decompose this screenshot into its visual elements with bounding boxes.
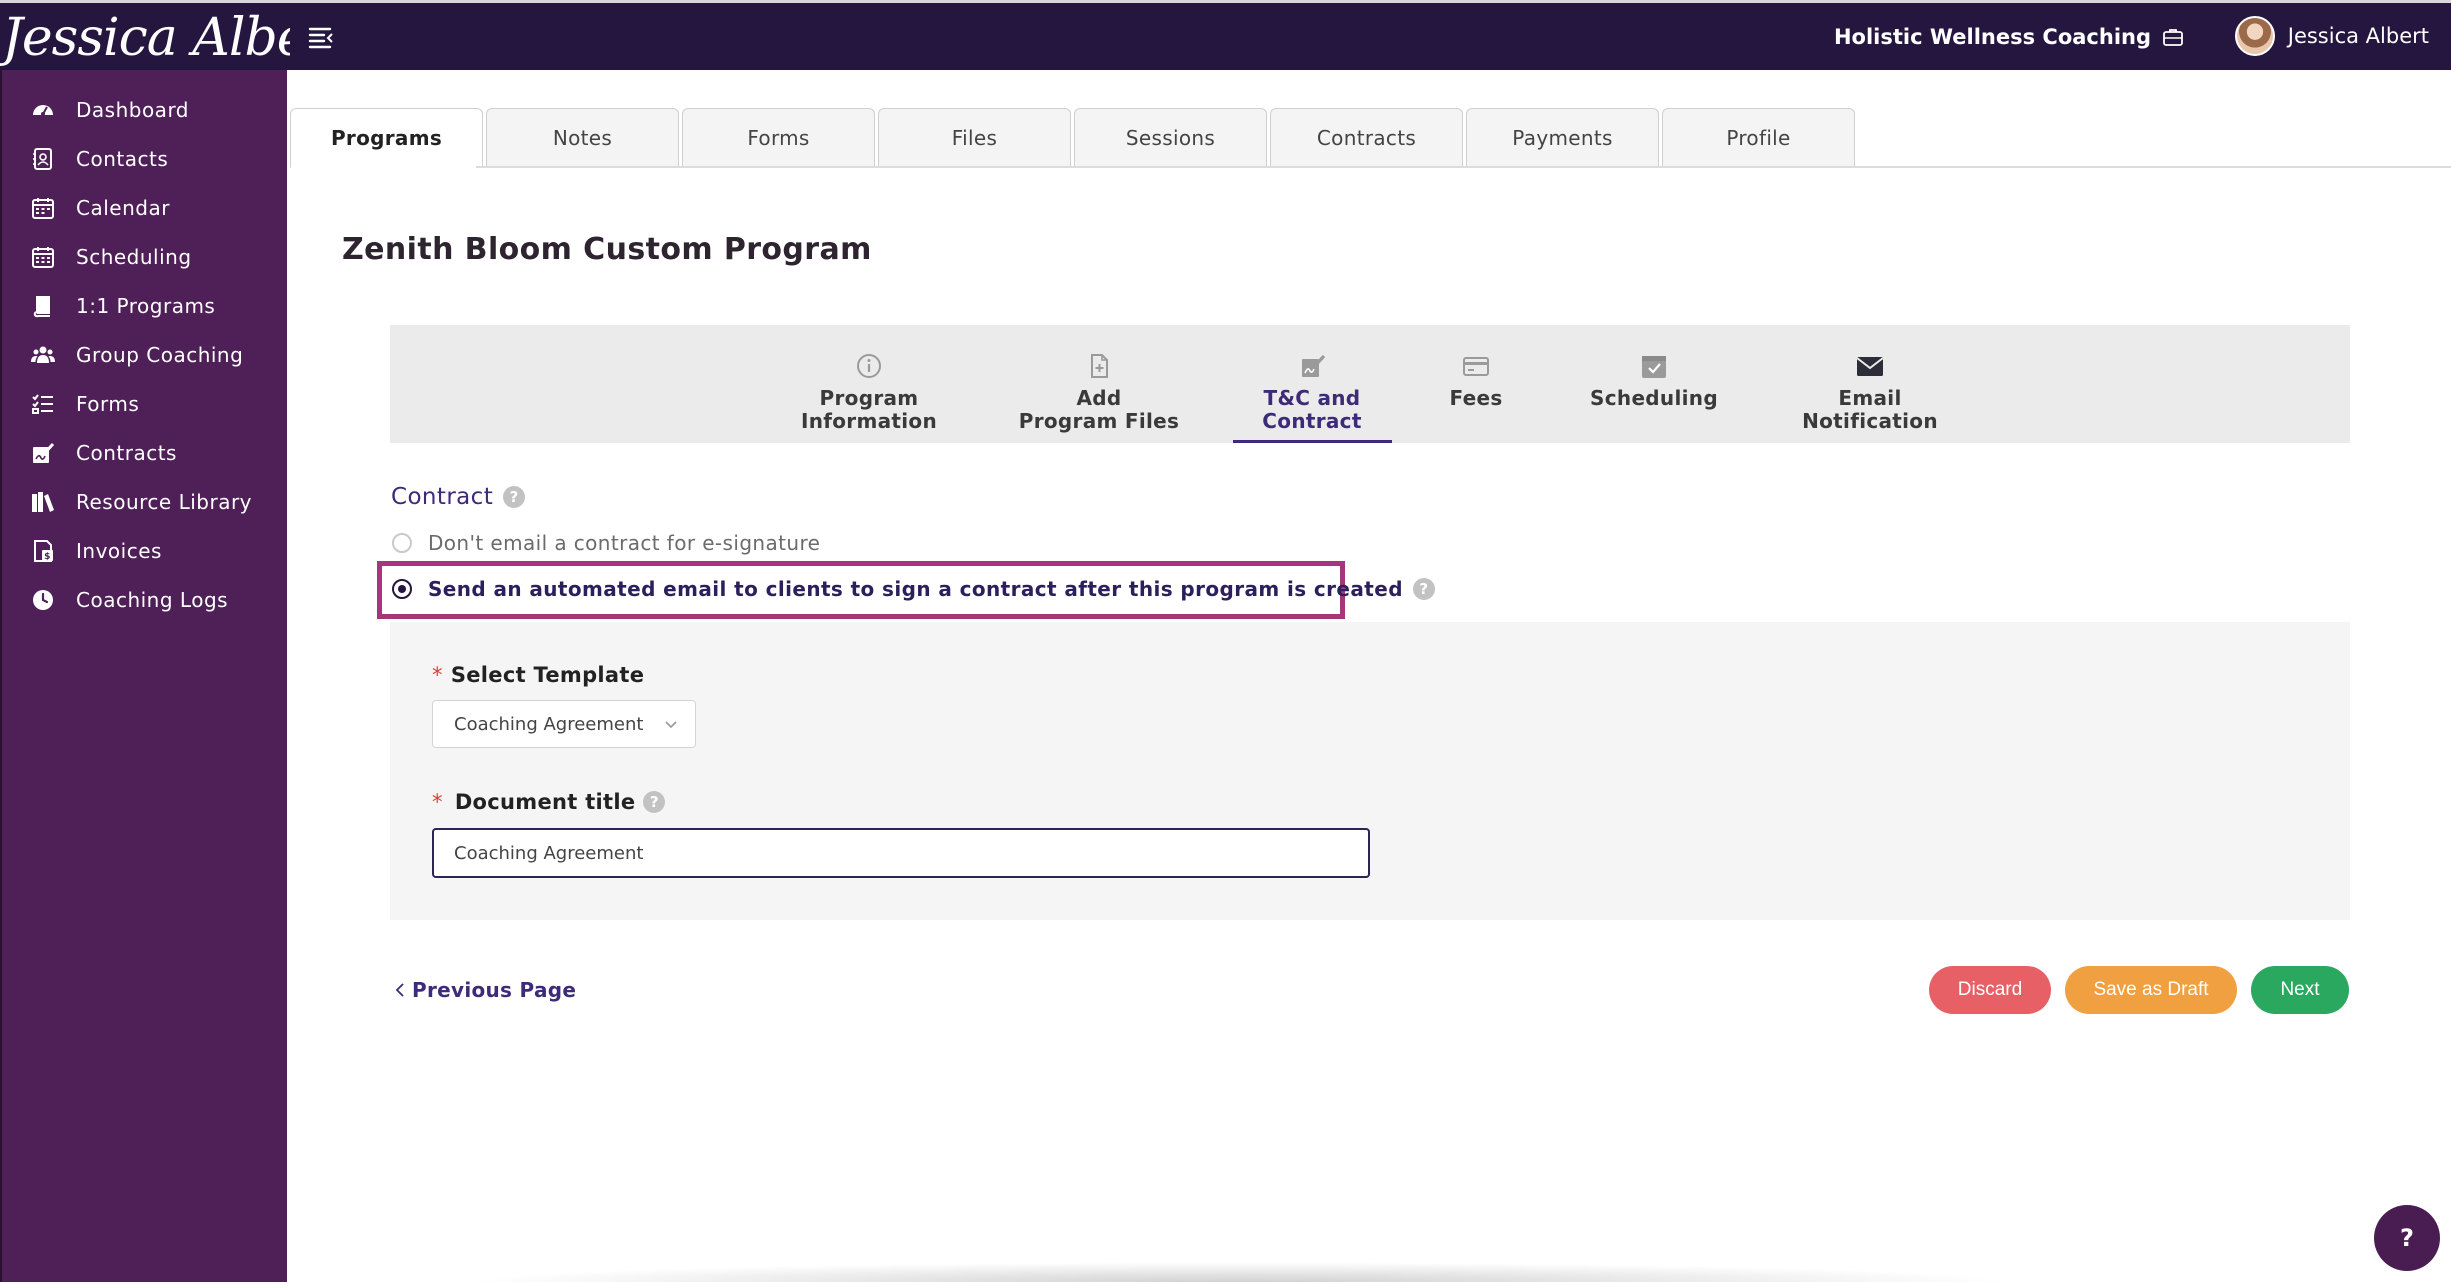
- tab-contracts[interactable]: Contracts: [1270, 108, 1463, 166]
- label-text: Select Template: [450, 663, 645, 687]
- group-users-icon: [30, 342, 56, 368]
- step-label-line2: Contract: [1262, 409, 1362, 433]
- save-as-draft-button[interactable]: Save as Draft: [2065, 966, 2237, 1014]
- footer-shadow: [460, 1262, 2020, 1282]
- required-asterisk: *: [432, 663, 443, 687]
- chevron-left-icon: [395, 983, 404, 997]
- sidebar-item-label: Dashboard: [76, 98, 190, 122]
- tab-payments[interactable]: Payments: [1466, 108, 1659, 166]
- sidebar-item-label: Resource Library: [76, 490, 253, 514]
- step-label-line1: Email: [1838, 386, 1902, 410]
- sidebar-item-label: 1:1 Programs: [76, 294, 216, 318]
- brand-logo[interactable]: Jessica Albert: [0, 5, 290, 73]
- sidebar: Dashboard Contacts Calendar Scheduling 1…: [0, 70, 287, 1282]
- step-program-information[interactable]: Program Information: [800, 351, 938, 433]
- step-label: Scheduling: [1590, 386, 1718, 410]
- previous-page-link[interactable]: Previous Page: [394, 978, 576, 1002]
- active-tab-gap: [291, 165, 476, 169]
- step-scheduling[interactable]: Scheduling: [1584, 351, 1724, 410]
- step-label-line1: Program: [819, 386, 919, 410]
- previous-label: Previous Page: [412, 978, 577, 1002]
- help-fab-button[interactable]: ?: [2374, 1205, 2440, 1271]
- page-title: Zenith Bloom Custom Program: [342, 232, 872, 267]
- step-fees[interactable]: Fees: [1426, 351, 1526, 410]
- step-label-line1: Add: [1076, 386, 1122, 410]
- send-contract-email-option[interactable]: Send an automated email to clients to si…: [392, 577, 1435, 601]
- user-menu[interactable]: Jessica Albert: [2234, 16, 2429, 56]
- user-name: Jessica Albert: [2287, 24, 2429, 48]
- select-template-label: * Select Template: [432, 663, 644, 687]
- tab-files[interactable]: Files: [878, 108, 1071, 166]
- sidebar-item-label: Contacts: [76, 147, 169, 171]
- sidebar-item-label: Scheduling: [76, 245, 192, 269]
- next-button[interactable]: Next: [2251, 966, 2349, 1014]
- section-label-text: Contract: [391, 484, 494, 510]
- selected-value: Coaching Agreement: [454, 713, 644, 735]
- no-email-contract-option[interactable]: Don't email a contract for e-signature: [392, 531, 820, 555]
- step-email-notification[interactable]: Email Notification: [1792, 351, 1948, 433]
- sidebar-item-label: Invoices: [76, 539, 162, 563]
- calendar-icon: [30, 195, 56, 221]
- sidebar-item-label: Coaching Logs: [76, 588, 229, 612]
- document-title-input[interactable]: [432, 828, 1370, 878]
- help-question-icon[interactable]: ?: [503, 486, 526, 508]
- menu-toggle-icon[interactable]: [308, 25, 336, 49]
- radio-unselected[interactable]: [392, 533, 412, 553]
- scheduling-calendar-icon: [30, 244, 56, 270]
- option-label: Don't email a contract for e-signature: [428, 531, 821, 555]
- credit-card-icon: [1461, 351, 1491, 381]
- business-switcher[interactable]: Holistic Wellness Coaching: [1834, 25, 2183, 49]
- checklist-icon: [30, 391, 56, 417]
- step-label-line2: Notification: [1802, 409, 1938, 433]
- template-select[interactable]: Coaching Agreement: [432, 700, 696, 748]
- step-label-line2: Program Files: [1018, 409, 1180, 433]
- book-icon: [30, 293, 56, 319]
- sidebar-item-label: Group Coaching: [76, 343, 244, 367]
- svg-text:$: $: [44, 552, 51, 562]
- tab-divider: [290, 166, 2451, 168]
- step-label-line2: Information: [800, 409, 937, 433]
- label-text: Document title: [454, 790, 636, 814]
- avatar: [2234, 16, 2275, 56]
- required-asterisk: *: [432, 790, 443, 814]
- sidebar-item-label: Contracts: [76, 441, 177, 465]
- document-title-label: * Document title ?: [432, 790, 666, 814]
- tab-sessions[interactable]: Sessions: [1074, 108, 1267, 166]
- step-add-program-files[interactable]: Add Program Files: [1018, 351, 1180, 433]
- step-label: Fees: [1449, 386, 1503, 410]
- contract-sign-icon: [1297, 351, 1327, 381]
- info-circle-icon: [854, 351, 884, 381]
- tab-notes[interactable]: Notes: [486, 108, 679, 166]
- tab-forms[interactable]: Forms: [682, 108, 875, 166]
- clock-icon: [30, 587, 56, 613]
- business-name: Holistic Wellness Coaching: [1833, 25, 2151, 49]
- chevron-down-icon: [665, 721, 677, 729]
- sidebar-item-label: Calendar: [76, 196, 170, 220]
- radio-selected[interactable]: [392, 579, 412, 599]
- contact-tabs: Programs Notes Forms Files Sessions Cont…: [290, 108, 1858, 166]
- step-label-line1: T&C and: [1263, 386, 1361, 410]
- top-bar: Jessica Albert Holistic Wellness Coachin…: [0, 0, 2451, 70]
- contract-section-label: Contract ?: [391, 484, 526, 510]
- envelope-icon: [1855, 351, 1885, 381]
- briefcase-icon: [2163, 29, 2183, 46]
- active-step-indicator: [1233, 440, 1392, 443]
- contacts-book-icon: [30, 146, 56, 172]
- invoice-icon: $: [30, 538, 56, 564]
- sidebar-item-coaching-logs[interactable]: Coaching Logs: [2, 570, 289, 630]
- dashboard-gauge-icon: [30, 97, 56, 123]
- library-books-icon: [30, 489, 56, 515]
- signature-icon: [30, 440, 56, 466]
- tab-programs[interactable]: Programs: [290, 108, 483, 166]
- calendar-check-icon: [1639, 351, 1669, 381]
- tab-profile[interactable]: Profile: [1662, 108, 1855, 166]
- sidebar-item-label: Forms: [76, 392, 140, 416]
- discard-button[interactable]: Discard: [1929, 966, 2051, 1014]
- step-tc-and-contract[interactable]: T&C and Contract: [1243, 351, 1381, 433]
- file-plus-icon: [1084, 351, 1114, 381]
- help-question-icon[interactable]: ?: [1412, 578, 1435, 600]
- help-question-icon[interactable]: ?: [643, 791, 666, 813]
- option-label: Send an automated email to clients to si…: [428, 577, 1403, 601]
